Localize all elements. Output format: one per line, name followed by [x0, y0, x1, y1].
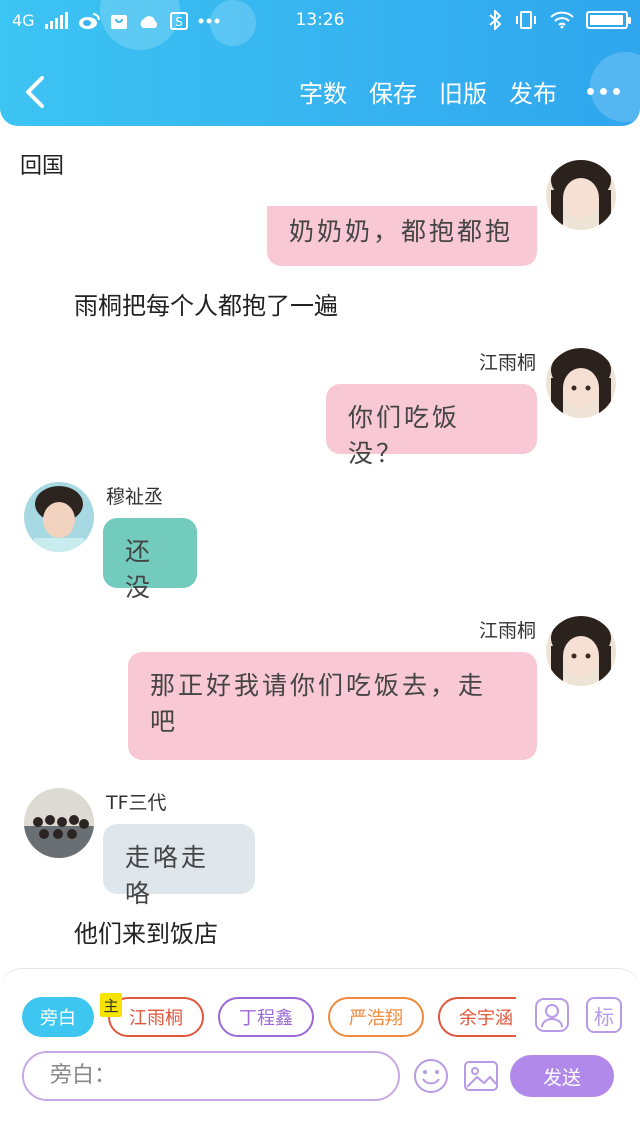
tag-button[interactable]: 标 — [586, 997, 622, 1033]
avatar-jiang-yutong[interactable] — [546, 348, 616, 418]
message-text: 奶奶奶，都抱都抱 — [289, 217, 514, 246]
chip-label: 严浩翔 — [349, 1008, 403, 1029]
speaker-name: 江雨桐 — [478, 620, 536, 642]
avatar-mu-zhicheng[interactable] — [24, 482, 94, 552]
message-bubble[interactable]: 走咯走咯 — [103, 824, 255, 908]
speaker-name: 江雨桐 — [478, 352, 536, 374]
speaker-name: 穆祉丞 — [106, 486, 164, 508]
status-bar: 4G S 13:26 — [0, 0, 640, 42]
main-role-tag: 主 — [100, 993, 122, 1017]
role-chip[interactable]: 严浩翔 — [328, 997, 424, 1037]
message-text-line: 吧 — [150, 707, 179, 736]
composer-panel: 旁白 主 江雨桐 丁程鑫 严浩翔 余宇涵 标 旁白： 发送 — [0, 968, 640, 1138]
smiley-icon[interactable] — [412, 1057, 450, 1095]
battery-icon — [586, 11, 631, 29]
message-text-line: 那正好我请你们吃饭去，走 — [150, 671, 487, 700]
speaker-name: TF三代 — [106, 792, 167, 814]
image-icon[interactable] — [462, 1057, 500, 1095]
chip-label: 江雨桐 — [129, 1008, 183, 1029]
header-toolbar: 字数 保存 旧版 发布 — [299, 74, 620, 109]
send-button[interactable]: 发送 — [510, 1055, 614, 1097]
message-text: 你们吃饭没？ — [348, 403, 461, 468]
narration-text: 雨桐把每个人都抱了一遍 — [74, 292, 338, 320]
person-add-icon[interactable] — [534, 997, 570, 1033]
message-bubble[interactable]: 那正好我请你们吃饭去，走 吧 — [128, 652, 537, 760]
role-chip[interactable]: 余宇涵 — [438, 997, 516, 1037]
word-count-button[interactable]: 字数 — [299, 74, 347, 109]
chip-label: 丁程鑫 — [239, 1008, 293, 1029]
role-chip[interactable]: 江雨桐 — [108, 997, 204, 1037]
chip-clip: 余宇涵 — [438, 997, 516, 1037]
avatar-jiang-yutong[interactable] — [546, 160, 616, 230]
message-input[interactable]: 旁白： — [22, 1051, 400, 1101]
narration-text: 回国 — [20, 154, 65, 179]
role-chip-narration[interactable]: 旁白 — [22, 997, 94, 1037]
message-text: 还没 — [125, 537, 154, 602]
message-bubble[interactable]: 还没 — [103, 518, 197, 602]
avatar-jiang-yutong[interactable] — [546, 616, 616, 686]
app-header: 4G S 13:26 字数 保存 旧版 发布 — [0, 0, 640, 126]
message-bubble[interactable]: 你们吃饭没？ — [326, 384, 537, 468]
save-button[interactable]: 保存 — [369, 74, 417, 109]
avatar-tf-gen3[interactable] — [24, 788, 94, 858]
chat-area[interactable]: 回国 奶奶奶，都抱都抱 雨桐把每个人都抱了一遍 江雨桐 你们吃饭没？ 穆祉丞 还… — [0, 126, 640, 968]
chip-label: 余宇涵 — [459, 1008, 513, 1029]
message-text: 走咯走咯 — [125, 843, 210, 908]
chat-editor-screen: 4G S 13:26 字数 保存 旧版 发布 回国 奶奶奶，都抱都抱 雨桐把每个… — [0, 0, 640, 1138]
bluetooth-icon — [489, 10, 502, 30]
role-chip[interactable]: 丁程鑫 — [218, 997, 314, 1037]
chip-label: 旁白 — [40, 1008, 76, 1029]
back-button[interactable] — [22, 74, 50, 110]
message-bubble[interactable]: 奶奶奶，都抱都抱 — [267, 206, 537, 266]
narration-text: 他们来到饭店 — [74, 920, 218, 948]
wifi-icon — [550, 11, 574, 29]
publish-button[interactable]: 发布 — [509, 74, 557, 109]
vibrate-icon — [516, 11, 536, 29]
old-version-button[interactable]: 旧版 — [439, 74, 487, 109]
more-horizontal-icon[interactable] — [587, 88, 620, 95]
